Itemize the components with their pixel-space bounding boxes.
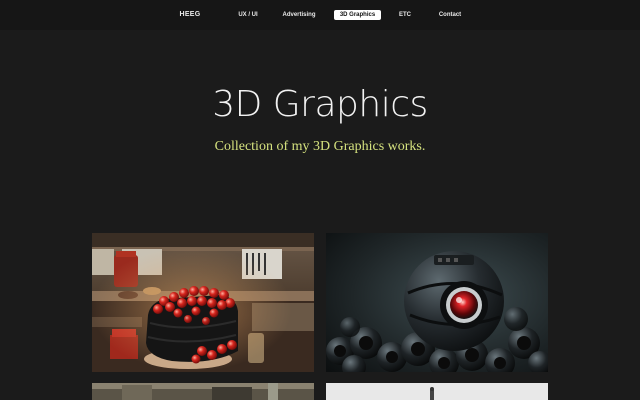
sushi-render-image <box>92 233 314 372</box>
top-navigation: HEEG UX / UI Advertising 3D Graphics ETC… <box>0 0 640 30</box>
robot-render-image <box>326 233 548 372</box>
gallery-item-robot-render[interactable] <box>326 233 548 372</box>
render-4-image <box>326 383 548 400</box>
nav-item-advertising[interactable]: Advertising <box>282 10 316 20</box>
logo-link[interactable]: HEEG <box>178 10 202 20</box>
page-subtitle: Collection of my 3D Graphics works. <box>214 139 426 154</box>
nav-item-etc[interactable]: ETC <box>397 10 413 20</box>
gallery-item-sushi-render[interactable] <box>92 233 314 372</box>
nav-item-contact[interactable]: Contact <box>437 10 463 20</box>
page-title: 3D Graphics <box>212 84 428 125</box>
render-3-image <box>92 383 314 400</box>
nav-item-ux-ui[interactable]: UX / UI <box>236 10 260 20</box>
nav-item-3d-graphics[interactable]: 3D Graphics <box>334 10 381 20</box>
gallery-item-render-3[interactable] <box>92 383 314 400</box>
gallery-item-render-4[interactable] <box>326 383 548 400</box>
